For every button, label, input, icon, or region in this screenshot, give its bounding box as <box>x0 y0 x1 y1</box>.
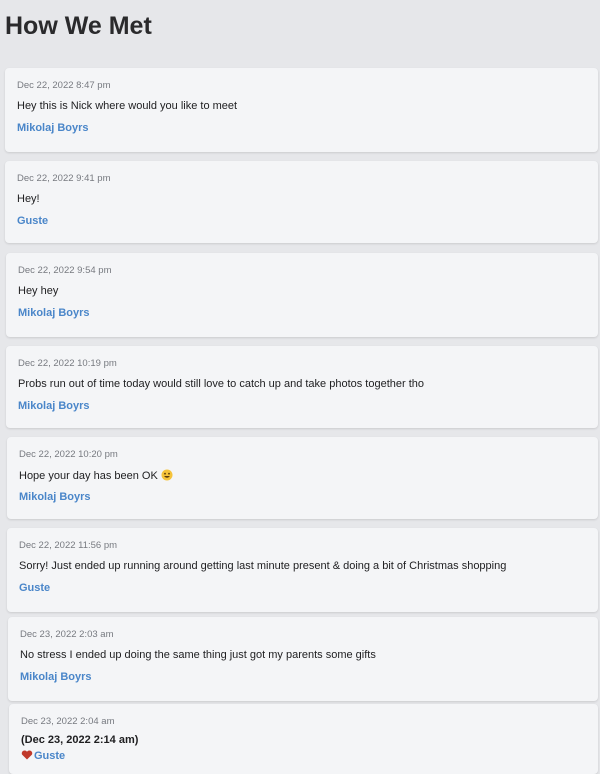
message-card: Dec 22, 2022 11:56 pm Sorry! Just ended … <box>7 528 598 612</box>
message-author-name: Guste <box>34 750 66 762</box>
message-author-link[interactable]: Mikolaj Boyrs <box>18 307 90 319</box>
message-card: Dec 22, 2022 8:47 pm Hey this is Nick wh… <box>5 68 598 152</box>
message-text: Probs run out of time today would still … <box>18 378 425 390</box>
message-timestamp: Dec 22, 2022 10:19 pm <box>18 358 117 369</box>
message-text: Hey! <box>17 193 40 205</box>
message-author-link[interactable]: Guste <box>19 582 50 594</box>
message-timestamp: Dec 22, 2022 11:56 pm <box>19 540 118 551</box>
message-text: Sorry! Just ended up running around gett… <box>19 560 507 572</box>
message-timestamp: Dec 23, 2022 2:03 am <box>20 629 114 640</box>
message-timestamp: Dec 22, 2022 9:41 pm <box>17 173 111 184</box>
message-timestamp: Dec 23, 2022 2:04 am <box>21 716 115 727</box>
message-author-link[interactable]: Guste <box>21 750 65 762</box>
message-text: Hey hey <box>18 285 59 297</box>
message-author-link[interactable]: Guste <box>17 215 48 227</box>
message-author-link[interactable]: Mikolaj Boyrs <box>19 491 91 503</box>
heart-icon <box>21 750 33 760</box>
message-card: Dec 22, 2022 9:54 pm Hey hey Mikolaj Boy… <box>6 253 598 337</box>
message-card: Dec 23, 2022 2:03 am No stress I ended u… <box>8 617 598 701</box>
message-author-link[interactable]: Mikolaj Boyrs <box>17 122 89 134</box>
message-timestamp: Dec 22, 2022 9:54 pm <box>18 265 112 276</box>
message-card: Dec 23, 2022 2:04 am (Dec 23, 2022 2:14 … <box>9 704 598 774</box>
message-text: Hope your day has been OK <box>19 469 173 482</box>
message-card: Dec 22, 2022 10:20 pm Hope your day has … <box>7 437 598 519</box>
message-card: Dec 22, 2022 10:19 pm Probs run out of t… <box>6 346 598 428</box>
message-card: Dec 22, 2022 9:41 pm Hey! Guste <box>5 161 598 243</box>
message-timestamp: Dec 22, 2022 8:47 pm <box>17 80 111 91</box>
message-author-link[interactable]: Mikolaj Boyrs <box>18 400 90 412</box>
grinning-face-icon <box>161 469 173 481</box>
message-text: (Dec 23, 2022 2:14 am) <box>21 734 139 746</box>
message-text-content: Hope your day has been OK <box>19 470 158 482</box>
message-author-link[interactable]: Mikolaj Boyrs <box>20 671 92 683</box>
message-list: Dec 22, 2022 8:47 pm Hey this is Nick wh… <box>0 0 600 774</box>
message-text: No stress I ended up doing the same thin… <box>20 649 376 661</box>
message-timestamp: Dec 22, 2022 10:20 pm <box>19 449 118 460</box>
message-text: Hey this is Nick where would you like to… <box>17 100 238 112</box>
